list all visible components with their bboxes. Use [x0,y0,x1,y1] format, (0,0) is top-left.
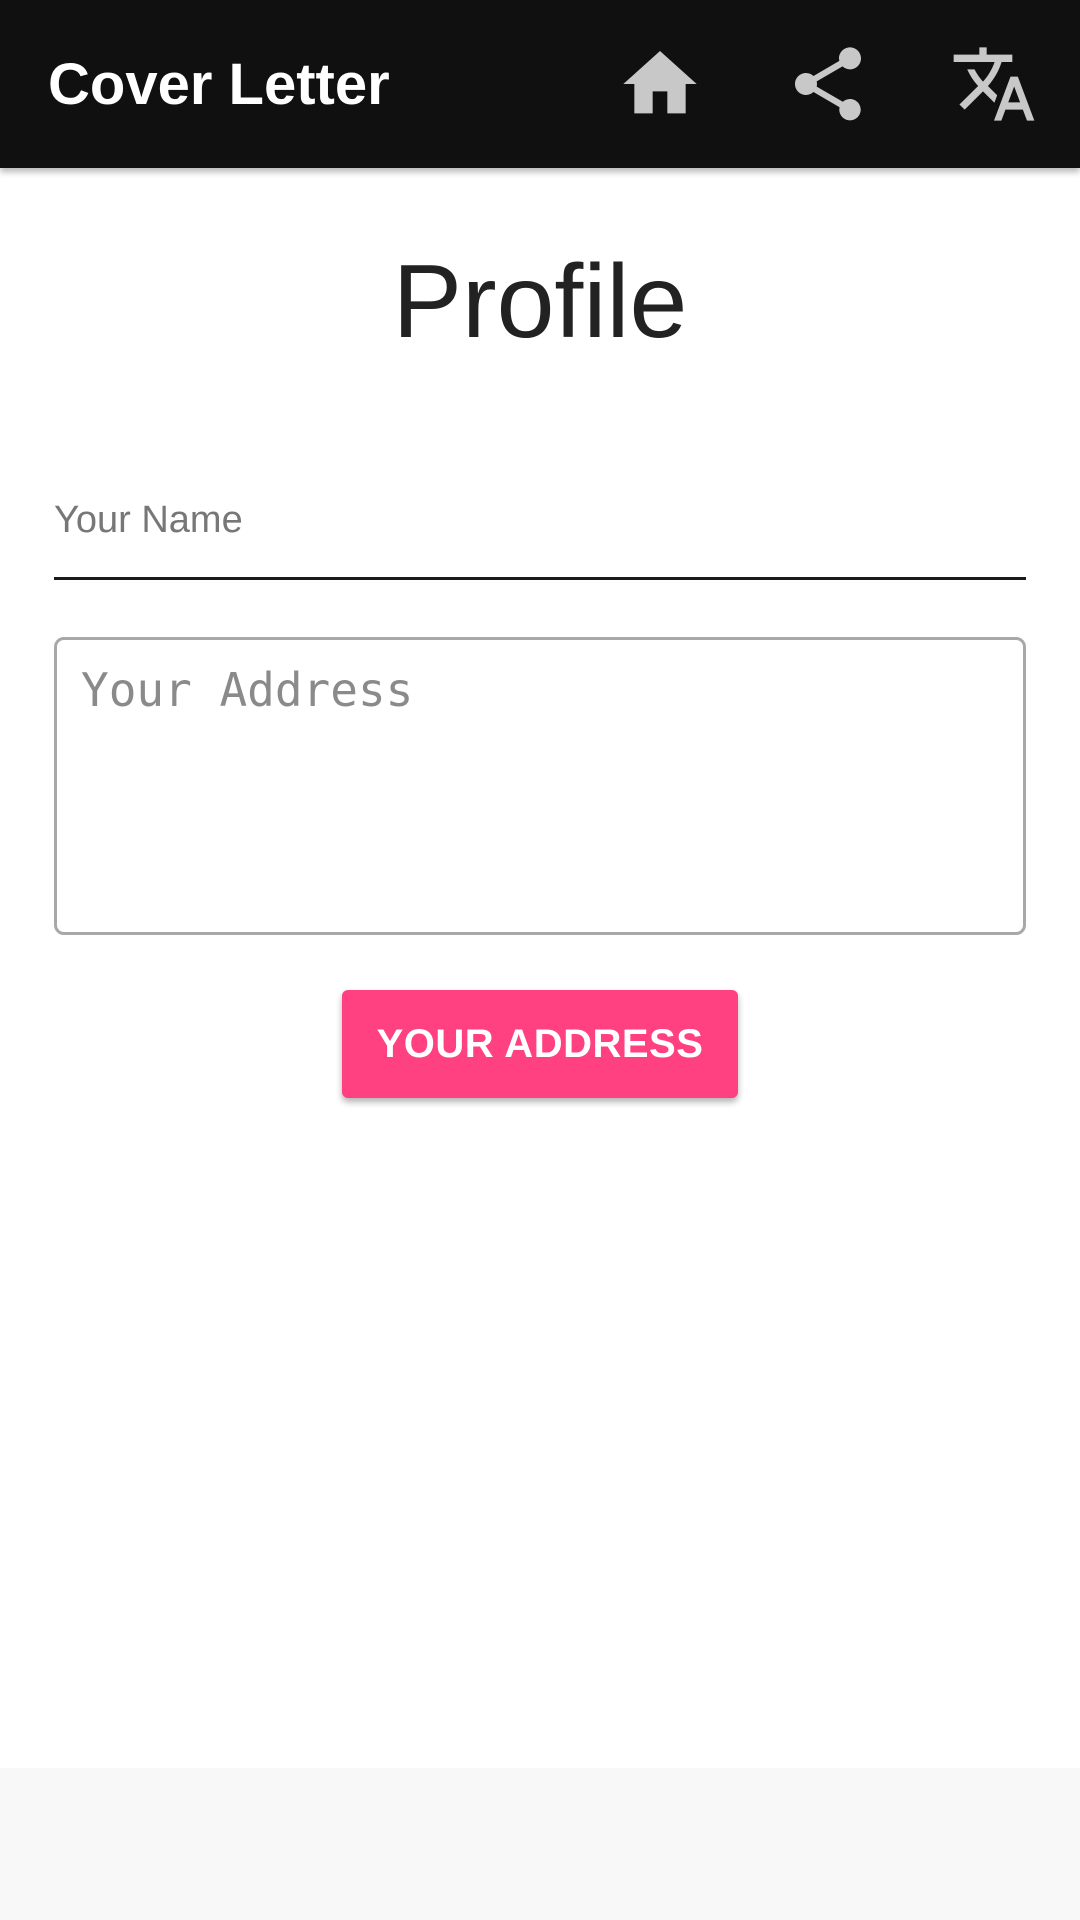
home-icon[interactable] [616,40,704,128]
name-field[interactable] [54,464,1026,580]
address-field[interactable] [54,637,1026,935]
your-address-button[interactable]: YOUR ADDRESS [342,990,738,1098]
app-bar: Cover Letter [0,0,1080,168]
bottom-strip [0,1768,1080,1920]
page-title: Profile [392,244,688,360]
translate-icon[interactable] [950,40,1038,128]
share-icon[interactable] [784,40,872,128]
app-title: Cover Letter [48,52,390,117]
profile-content: Profile YOUR ADDRESS [0,168,1080,1768]
